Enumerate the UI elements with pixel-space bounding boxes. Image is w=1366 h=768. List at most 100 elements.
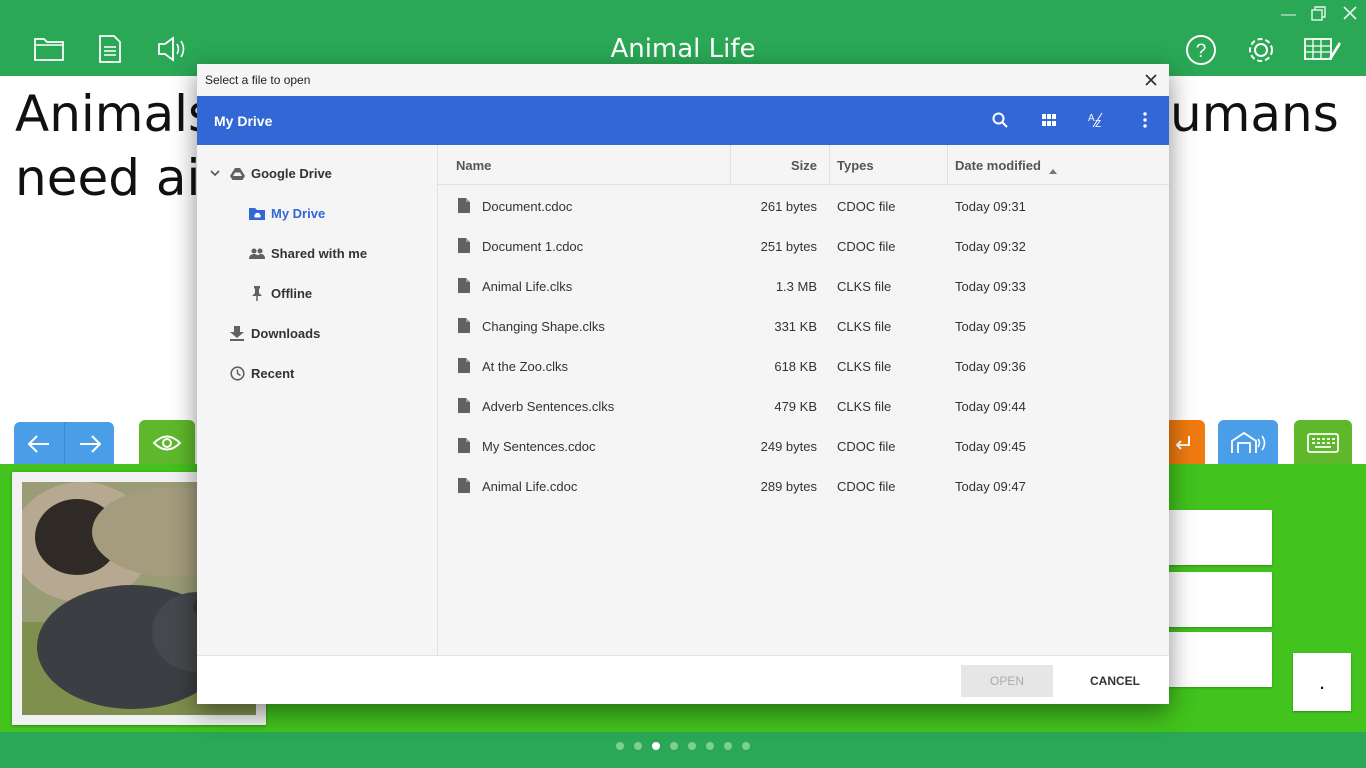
dialog-titlebar: Select a file to open — [197, 64, 1169, 96]
file-date: Today 09:36 — [955, 359, 1026, 374]
file-icon — [458, 398, 470, 413]
file-icon — [458, 278, 470, 293]
open-button[interactable]: OPEN — [961, 665, 1053, 697]
file-name: Document 1.cdoc — [482, 239, 584, 254]
eye-button[interactable] — [139, 420, 195, 466]
more-options-icon[interactable] — [1133, 108, 1157, 132]
file-row[interactable]: Document 1.cdoc 251 bytes CDOC file Today 0… — [438, 226, 1169, 266]
file-list: Name Size Types Date modified Document.c… — [438, 145, 1169, 655]
back-arrow-button[interactable] — [14, 422, 64, 466]
file-date: Today 09:45 — [955, 439, 1026, 454]
file-date: Today 09:47 — [955, 479, 1026, 494]
settings-gear-icon[interactable] — [1245, 34, 1277, 71]
file-date: Today 09:32 — [955, 239, 1026, 254]
sidebar-item-google-drive[interactable]: Google Drive — [197, 153, 437, 193]
sidebar-item-label: My Drive — [271, 206, 326, 221]
file-row[interactable]: At the Zoo.clks 618 KB CLKS file Today 09:3… — [438, 346, 1169, 386]
dialog-header: My Drive AZ — [197, 96, 1169, 145]
file-icon — [458, 358, 470, 373]
file-row[interactable]: Changing Shape.clks 331 KB CLKS file Today … — [438, 306, 1169, 346]
svg-text:?: ? — [1196, 41, 1207, 62]
chevron-down-icon[interactable] — [207, 165, 223, 181]
cancel-button[interactable]: CANCEL — [1077, 665, 1153, 697]
file-size: 289 bytes — [760, 479, 817, 494]
column-header-name[interactable]: Name — [438, 145, 730, 185]
grid-view-icon[interactable] — [1037, 108, 1061, 132]
forward-arrow-button[interactable] — [64, 422, 114, 466]
file-type: CDOC file — [837, 439, 896, 454]
sidebar-item-downloads[interactable]: Downloads — [197, 313, 437, 353]
page-bar — [0, 732, 1366, 768]
sort-ascending-icon — [1049, 162, 1057, 177]
period-cell[interactable]: . — [1293, 653, 1351, 711]
search-icon[interactable] — [988, 108, 1012, 132]
page-dot[interactable] — [652, 742, 660, 750]
page-dot[interactable] — [634, 742, 642, 750]
file-open-dialog: Select a file to open My Drive AZ Google — [197, 64, 1169, 704]
enter-button[interactable] — [1165, 420, 1205, 466]
file-row[interactable]: My Sentences.cdoc 249 bytes CDOC file Today… — [438, 426, 1169, 466]
file-date: Today 09:31 — [955, 199, 1026, 214]
help-icon[interactable]: ? — [1185, 34, 1217, 71]
file-size: 251 bytes — [760, 239, 817, 254]
file-type: CDOC file — [837, 479, 896, 494]
page-indicator — [0, 742, 1366, 750]
window-close-icon[interactable] — [1343, 6, 1357, 25]
drive-icon — [229, 165, 245, 181]
file-row[interactable]: Document.cdoc 261 bytes CDOC file Today 09:… — [438, 186, 1169, 226]
column-header-size[interactable]: Size — [731, 145, 829, 185]
keyboard-button[interactable] — [1294, 420, 1352, 466]
sidebar-item-offline[interactable]: Offline — [197, 273, 437, 313]
file-name: At the Zoo.clks — [482, 359, 568, 374]
minimize-icon[interactable]: — — [1281, 6, 1296, 24]
pin-icon — [249, 285, 265, 301]
file-icon — [458, 198, 470, 213]
page-dot[interactable] — [616, 742, 624, 750]
column-header-type[interactable]: Types — [830, 145, 947, 185]
file-icon — [458, 478, 470, 493]
page-dot[interactable] — [670, 742, 678, 750]
edit-grid-icon[interactable] — [1303, 34, 1341, 69]
sentence-text-right: umans — [1170, 85, 1339, 143]
file-name: Animal Life.cdoc — [482, 479, 578, 494]
dialog-sidebar: Google Drive My Drive Shared with me Off… — [197, 145, 438, 655]
file-row[interactable]: Adverb Sentences.clks 479 KB CLKS file Toda… — [438, 386, 1169, 426]
page-dot[interactable] — [724, 742, 732, 750]
restore-icon[interactable] — [1310, 6, 1326, 27]
file-icon — [458, 318, 470, 333]
sidebar-item-label: Shared with me — [271, 246, 368, 261]
file-size: 479 KB — [774, 399, 817, 414]
file-size: 261 bytes — [760, 199, 817, 214]
page-dot[interactable] — [706, 742, 714, 750]
people-icon — [249, 245, 265, 261]
file-type: CLKS file — [837, 359, 892, 374]
file-name: My Sentences.cdoc — [482, 439, 596, 454]
sidebar-item-recent[interactable]: Recent — [197, 353, 437, 393]
dialog-title: Select a file to open — [205, 73, 311, 87]
sidebar-item-my-drive[interactable]: My Drive — [197, 193, 437, 233]
file-size: 618 KB — [774, 359, 817, 374]
file-date: Today 09:33 — [955, 279, 1026, 294]
page-dot[interactable] — [742, 742, 750, 750]
sidebar-item-shared-with-me[interactable]: Shared with me — [197, 233, 437, 273]
file-icon — [458, 438, 470, 453]
file-row[interactable]: Animal Life.clks 1.3 MB CLKS file Today 09:… — [438, 266, 1169, 306]
file-type: CDOC file — [837, 239, 896, 254]
file-type: CDOC file — [837, 199, 896, 214]
page-dot[interactable] — [688, 742, 696, 750]
file-size: 331 KB — [774, 319, 817, 334]
sidebar-item-label: Google Drive — [251, 166, 332, 181]
file-date: Today 09:44 — [955, 399, 1026, 414]
sort-az-icon[interactable]: AZ — [1085, 108, 1109, 132]
svg-text:Z: Z — [1095, 119, 1101, 128]
file-size: 249 bytes — [760, 439, 817, 454]
dialog-footer: OPEN CANCEL — [197, 655, 1169, 704]
dialog-close-icon[interactable] — [1141, 70, 1161, 90]
file-type: CLKS file — [837, 399, 892, 414]
file-name: Changing Shape.clks — [482, 319, 605, 334]
file-size: 1.3 MB — [775, 279, 817, 294]
file-row[interactable]: Animal Life.cdoc 289 bytes CDOC file Today … — [438, 466, 1169, 506]
column-header-date[interactable]: Date modified — [948, 145, 1169, 185]
speak-sentence-button[interactable] — [1218, 420, 1278, 466]
sidebar-item-label: Downloads — [251, 326, 321, 341]
